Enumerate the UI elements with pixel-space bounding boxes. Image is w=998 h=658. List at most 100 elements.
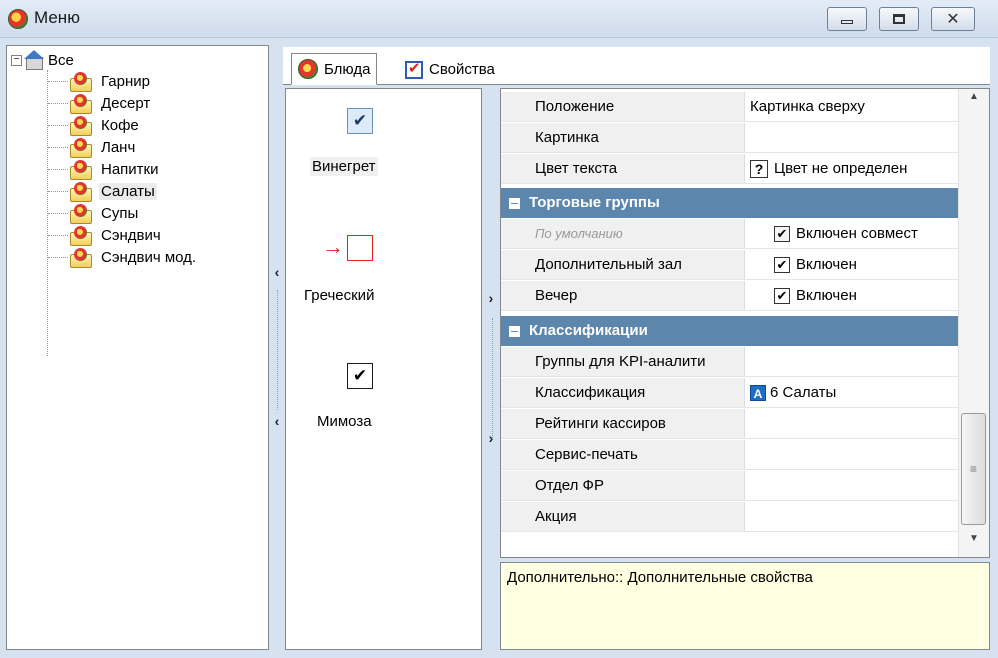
category-tree[interactable]: − Все Гарнир Десерт Кофе Ланч Напитки Са… <box>6 45 269 650</box>
property-value[interactable]: ✔ Включен <box>746 281 958 310</box>
tab-strip: Блюда Свойства <box>283 47 990 85</box>
collapse-icon[interactable] <box>509 198 520 209</box>
row-gutter <box>501 440 525 469</box>
property-value[interactable]: ✔ Включен совмест <box>746 219 958 248</box>
checkbox-checked[interactable]: ✔ <box>774 225 790 242</box>
dish-checkbox-greek[interactable] <box>347 235 373 261</box>
tree-root[interactable]: − Все <box>11 50 74 70</box>
expand-right-arrow-icon[interactable]: › <box>486 290 496 306</box>
tree-item-soups[interactable]: Супы <box>69 202 140 224</box>
tree-item-drinks[interactable]: Напитки <box>69 158 161 180</box>
tree-item-label: Ланч <box>101 138 136 156</box>
property-row-service-print[interactable]: Сервис-печать <box>501 440 958 470</box>
tree-connector <box>48 81 68 82</box>
row-gutter <box>501 281 525 310</box>
property-row-cashier-ratings[interactable]: Рейтинги кассиров <box>501 409 958 439</box>
property-row-picture[interactable]: Картинка <box>501 123 958 153</box>
checkbox-checked[interactable]: ✔ <box>774 256 790 273</box>
tree-connector <box>48 103 68 104</box>
property-row-text-color[interactable]: Цвет текста ? Цвет не определен <box>501 154 958 184</box>
maximize-icon <box>893 14 905 24</box>
property-value[interactable] <box>746 502 958 531</box>
property-row-position[interactable]: Положение Картинка сверху <box>501 92 958 122</box>
property-row-default[interactable]: По умолчанию ✔ Включен совмест <box>501 219 958 249</box>
collapse-icon[interactable] <box>509 326 520 337</box>
tree-item-coffee[interactable]: Кофе <box>69 114 141 136</box>
property-row-kpi-groups[interactable]: Группы для KPI-аналити <box>501 347 958 377</box>
collapse-left-arrow-icon[interactable]: ‹ <box>272 413 282 429</box>
minimize-button[interactable] <box>827 7 867 31</box>
scroll-up-icon[interactable]: ▲ <box>959 91 989 113</box>
collapse-icon[interactable]: − <box>11 54 22 66</box>
question-mark-icon: ? <box>750 159 768 178</box>
property-value-text: Включен <box>796 255 857 273</box>
dish-folder-icon <box>69 203 93 224</box>
expand-right-arrow-icon[interactable]: › <box>486 430 496 446</box>
property-grid-scrollbar[interactable]: ▲ ≡ ▼ <box>958 89 989 557</box>
tree-item-label: Гарнир <box>101 72 150 90</box>
splitter-grip[interactable] <box>277 290 278 410</box>
property-row-promotion[interactable]: Акция <box>501 502 958 532</box>
row-gutter <box>501 219 525 248</box>
tree-item-salads[interactable]: Салаты <box>69 180 157 202</box>
dish-label[interactable]: Винегрет <box>310 157 378 176</box>
property-value[interactable] <box>746 409 958 438</box>
tree-connector <box>48 147 68 148</box>
dish-folder-icon <box>69 93 93 114</box>
scroll-thumb[interactable]: ≡ <box>961 413 986 525</box>
title-bar: Меню ✕ <box>0 0 998 38</box>
category-trade-groups[interactable]: Торговые группы <box>501 188 958 218</box>
property-row-classification[interactable]: Классификация A 6 Салаты <box>501 378 958 408</box>
tree-item-sandwich[interactable]: Сэндвич <box>69 224 163 246</box>
dish-label[interactable]: Мимоза <box>317 413 372 430</box>
property-value[interactable]: Картинка сверху <box>746 92 958 121</box>
dish-checkbox-mimosa[interactable]: ✔ <box>347 363 373 389</box>
property-value[interactable] <box>746 123 958 152</box>
tree-connector <box>48 169 68 170</box>
close-button[interactable]: ✕ <box>931 7 975 31</box>
property-value[interactable]: ✔ Включен <box>746 250 958 279</box>
property-row-evening[interactable]: Вечер ✔ Включен <box>501 281 958 311</box>
splitter-grip[interactable] <box>492 318 493 438</box>
dish-folder-icon <box>69 137 93 158</box>
property-value[interactable]: ? Цвет не определен <box>746 154 958 183</box>
dish-folder-icon <box>69 247 93 268</box>
category-classifications[interactable]: Классификации <box>501 316 958 346</box>
checkbox-checked[interactable]: ✔ <box>774 287 790 304</box>
dish-folder-icon <box>69 115 93 136</box>
tree-item-label: Супы <box>101 204 139 222</box>
tree-item-garnish[interactable]: Гарнир <box>69 70 152 92</box>
property-name: Вечер <box>525 281 745 310</box>
property-description: Дополнительно:: Дополнительные свойства <box>500 562 990 650</box>
collapse-left-arrow-icon[interactable]: ‹ <box>272 264 282 280</box>
property-value[interactable]: A 6 Салаты <box>746 378 958 407</box>
scroll-down-icon[interactable]: ▼ <box>959 533 989 555</box>
property-value[interactable] <box>746 471 958 500</box>
tab-dishes[interactable]: Блюда <box>291 53 378 85</box>
tree-item-lunch[interactable]: Ланч <box>69 136 137 158</box>
property-name: Акция <box>525 502 745 531</box>
property-name: Группы для KPI-аналити <box>525 347 745 376</box>
row-gutter <box>501 250 525 279</box>
property-name: Рейтинги кассиров <box>525 409 745 438</box>
category-label: Торговые группы <box>529 194 660 211</box>
row-gutter <box>501 409 525 438</box>
dish-icon <box>298 59 318 79</box>
property-value-text: 6 Салаты <box>770 383 837 401</box>
property-name: По умолчанию <box>525 219 745 248</box>
tree-item-sandwich-mod[interactable]: Сэндвич мод. <box>69 246 198 268</box>
dish-label[interactable]: Греческий <box>304 287 374 304</box>
property-row-extra-hall[interactable]: Дополнительный зал ✔ Включен <box>501 250 958 280</box>
property-value[interactable] <box>746 440 958 469</box>
tree-item-dessert[interactable]: Десерт <box>69 92 152 114</box>
tab-properties[interactable]: Свойства <box>399 53 501 86</box>
dish-checkbox-vinegret[interactable]: ✔ <box>347 108 373 134</box>
dish-folder-icon <box>69 225 93 246</box>
maximize-button[interactable] <box>879 7 919 31</box>
property-value[interactable] <box>746 347 958 376</box>
row-gutter <box>501 471 525 500</box>
app-icon <box>8 9 28 29</box>
row-gutter <box>501 378 525 407</box>
property-row-fr-department[interactable]: Отдел ФР <box>501 471 958 501</box>
tree-connector <box>48 257 68 258</box>
